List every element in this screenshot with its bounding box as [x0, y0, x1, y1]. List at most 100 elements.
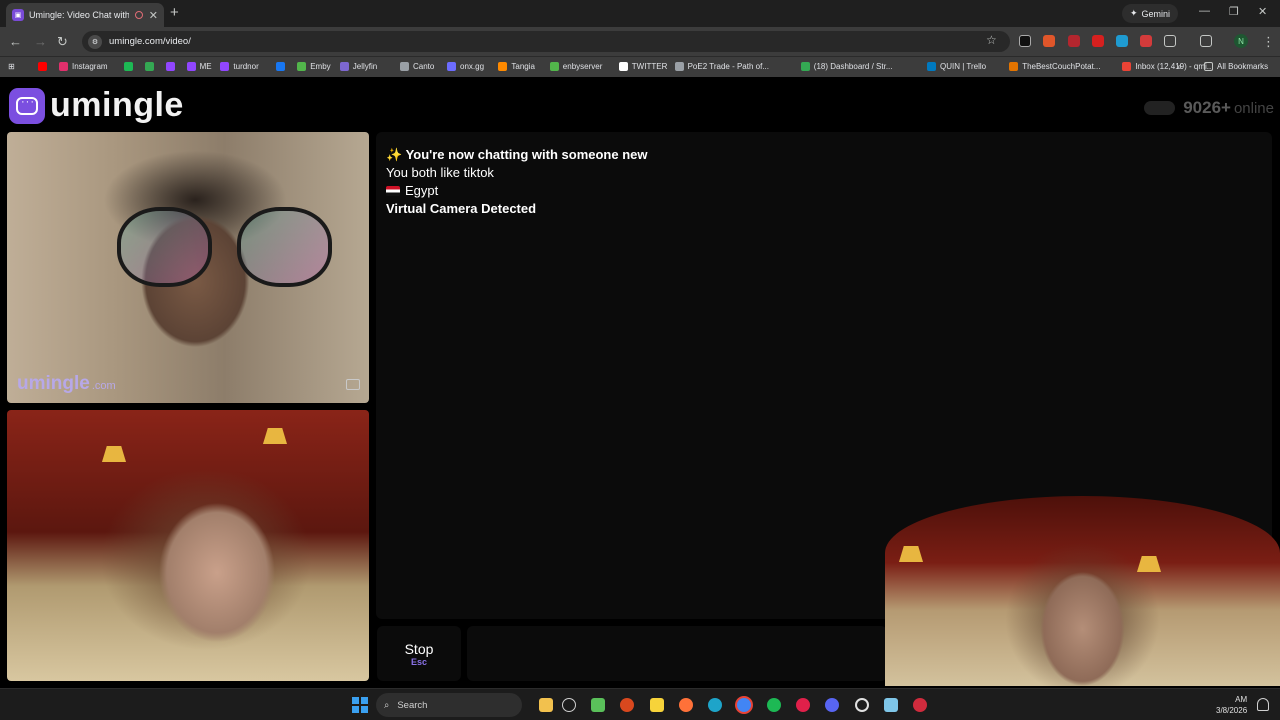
app-circle-icon[interactable] — [562, 698, 576, 712]
settings-gear-icon[interactable] — [855, 698, 869, 712]
extension-blue-icon[interactable] — [1116, 35, 1128, 47]
minimize-icon[interactable]: — — [1199, 5, 1210, 17]
extension-youtube-icon[interactable] — [1092, 35, 1104, 47]
profile-avatar[interactable]: N — [1234, 34, 1248, 48]
message-input[interactable] — [467, 626, 887, 681]
notification-bell-icon[interactable] — [1257, 698, 1269, 711]
bookmarks-overflow-icon[interactable]: » — [1177, 62, 1181, 71]
online-counter: 9026+ online — [1144, 98, 1274, 118]
menu-kebab-icon[interactable]: ⋮ — [1262, 34, 1275, 50]
url-bar[interactable]: ⚙ umingle.com/video/ — [82, 31, 1010, 52]
discord-icon[interactable] — [825, 698, 839, 712]
site-logo[interactable]: umingle — [9, 86, 184, 125]
obs-record-icon[interactable] — [913, 698, 927, 712]
bookmark-item[interactable]: QUIN | Trello — [927, 62, 986, 71]
lamp-shade — [263, 428, 287, 444]
bookmark-item[interactable]: enbyserver — [549, 62, 602, 71]
bookmark-item[interactable]: Tangia — [498, 62, 535, 71]
recording-indicator-icon — [134, 11, 143, 19]
bookmark-item[interactable] — [144, 62, 154, 71]
game-app-icon[interactable] — [620, 698, 634, 712]
file-explorer-icon[interactable] — [539, 698, 553, 712]
bookmark-item[interactable]: TWITTER — [618, 62, 667, 71]
bookmark-star-icon[interactable]: ☆ — [986, 33, 997, 47]
sticky-notes-icon[interactable] — [650, 698, 664, 712]
chat-bubble-logo-icon — [9, 87, 45, 124]
site-watermark: umingle .com — [17, 373, 116, 394]
extension-fox-icon[interactable] — [1043, 35, 1055, 47]
extensions-puzzle-icon[interactable] — [1164, 35, 1176, 47]
bookmark-item[interactable]: Jellyfin — [339, 62, 378, 71]
taskbar-search-label: Search — [397, 699, 428, 711]
opera-icon[interactable] — [796, 698, 810, 712]
media-player-icon[interactable] — [591, 698, 605, 712]
clock-date: 3/8/2026 — [1216, 706, 1248, 715]
bookmark-item[interactable] — [165, 62, 175, 71]
bookmark-item[interactable] — [38, 62, 47, 71]
logo-text: umingle — [50, 86, 184, 124]
umingle-chat-icon: ▣ — [12, 9, 24, 21]
extension-red-icon[interactable] — [1068, 35, 1080, 47]
bookmark-item[interactable]: Instagram — [59, 62, 108, 71]
back-arrow-icon[interactable]: ← — [9, 34, 22, 49]
bookmark-item[interactable]: TheBestCouchPotat... — [1009, 62, 1100, 71]
bookmark-label: Canto — [413, 62, 435, 71]
twitch-icon — [220, 62, 230, 71]
dashboard-icon — [800, 62, 810, 71]
folder-icon — [1204, 62, 1213, 71]
umingle-page: umingle 9026+ online umingle.com ✨ You'r… — [0, 78, 1280, 688]
bookmark-label: Tangia — [511, 62, 535, 71]
bookmark-item[interactable]: Inbox (12,419) - qmi... — [1122, 62, 1213, 71]
site-info-icon[interactable]: ⚙ — [88, 34, 102, 49]
extension-k-icon[interactable] — [1019, 35, 1031, 47]
bookmark-item[interactable]: PoE2 Trade - Path of... — [674, 62, 769, 71]
bookmark-item[interactable]: Canto — [400, 62, 434, 71]
bookmark-item[interactable] — [276, 62, 286, 71]
bookmark-label: Emby — [310, 62, 331, 71]
firefox-icon[interactable] — [679, 698, 693, 712]
bookmark-label: Jellyfin — [352, 62, 378, 71]
spotify-icon[interactable] — [767, 698, 781, 712]
bookmark-label: QUIN | Trello — [940, 62, 987, 71]
youtube-icon — [38, 62, 47, 71]
close-tab-icon[interactable]: ✕ — [149, 9, 158, 22]
taskbar-search[interactable]: ⌕ Search — [376, 693, 522, 717]
theme-toggle[interactable] — [1144, 101, 1176, 115]
jellyfin-icon — [339, 62, 349, 71]
bookmark-label: Instagram — [72, 62, 108, 71]
bookmark-label: PoE2 Trade - Path of... — [687, 62, 769, 71]
report-flag-icon[interactable] — [346, 379, 360, 390]
all-bookmarks-button[interactable]: All Bookmarks — [1204, 62, 1268, 71]
bookmark-label: turdnor — [233, 62, 259, 71]
close-window-icon[interactable]: ✕ — [1258, 5, 1267, 18]
chrome-icon[interactable] — [737, 698, 751, 712]
bookmark-icon — [144, 62, 154, 71]
trello-icon — [927, 62, 936, 71]
browser-tab[interactable]: ▣ Umingle: Video Chat with S ✕ — [6, 3, 164, 27]
bookmark-item[interactable]: Emby — [297, 62, 331, 71]
apps-grid-icon[interactable]: ⊞ — [8, 62, 15, 71]
side-panel-icon[interactable] — [1200, 35, 1212, 47]
extension-pin-icon[interactable] — [1140, 35, 1152, 47]
gemini-label: Gemini — [1141, 8, 1171, 19]
forward-arrow-icon[interactable]: → — [34, 34, 47, 49]
edge-icon[interactable] — [708, 698, 722, 712]
new-tab-button[interactable]: + — [170, 4, 179, 21]
notepad-icon[interactable] — [884, 698, 898, 712]
windows-start-icon[interactable] — [352, 697, 368, 713]
bookmark-item[interactable] — [123, 62, 133, 71]
facebook-icon — [276, 62, 286, 71]
windows-taskbar: ⌕ Search AM 3/8/2026 — [0, 688, 1280, 720]
bookmark-item[interactable]: turdnor — [220, 62, 259, 71]
poe-icon — [674, 62, 684, 71]
reload-icon[interactable]: ↻ — [57, 34, 68, 50]
canto-icon — [400, 62, 409, 71]
bookmark-item[interactable]: ME — [186, 62, 212, 71]
bookmark-item[interactable]: onx.gg — [447, 62, 484, 71]
taskbar-clock[interactable]: AM 3/8/2026 — [1216, 694, 1247, 716]
bookmark-item[interactable]: (18) Dashboard / Str... — [800, 62, 893, 71]
stop-button[interactable]: Stop Esc — [377, 626, 461, 681]
gemini-button[interactable]: ✦ Gemini — [1122, 4, 1179, 23]
all-bookmarks-label: All Bookmarks — [1217, 62, 1269, 71]
restore-icon[interactable]: ❐ — [1229, 5, 1239, 18]
